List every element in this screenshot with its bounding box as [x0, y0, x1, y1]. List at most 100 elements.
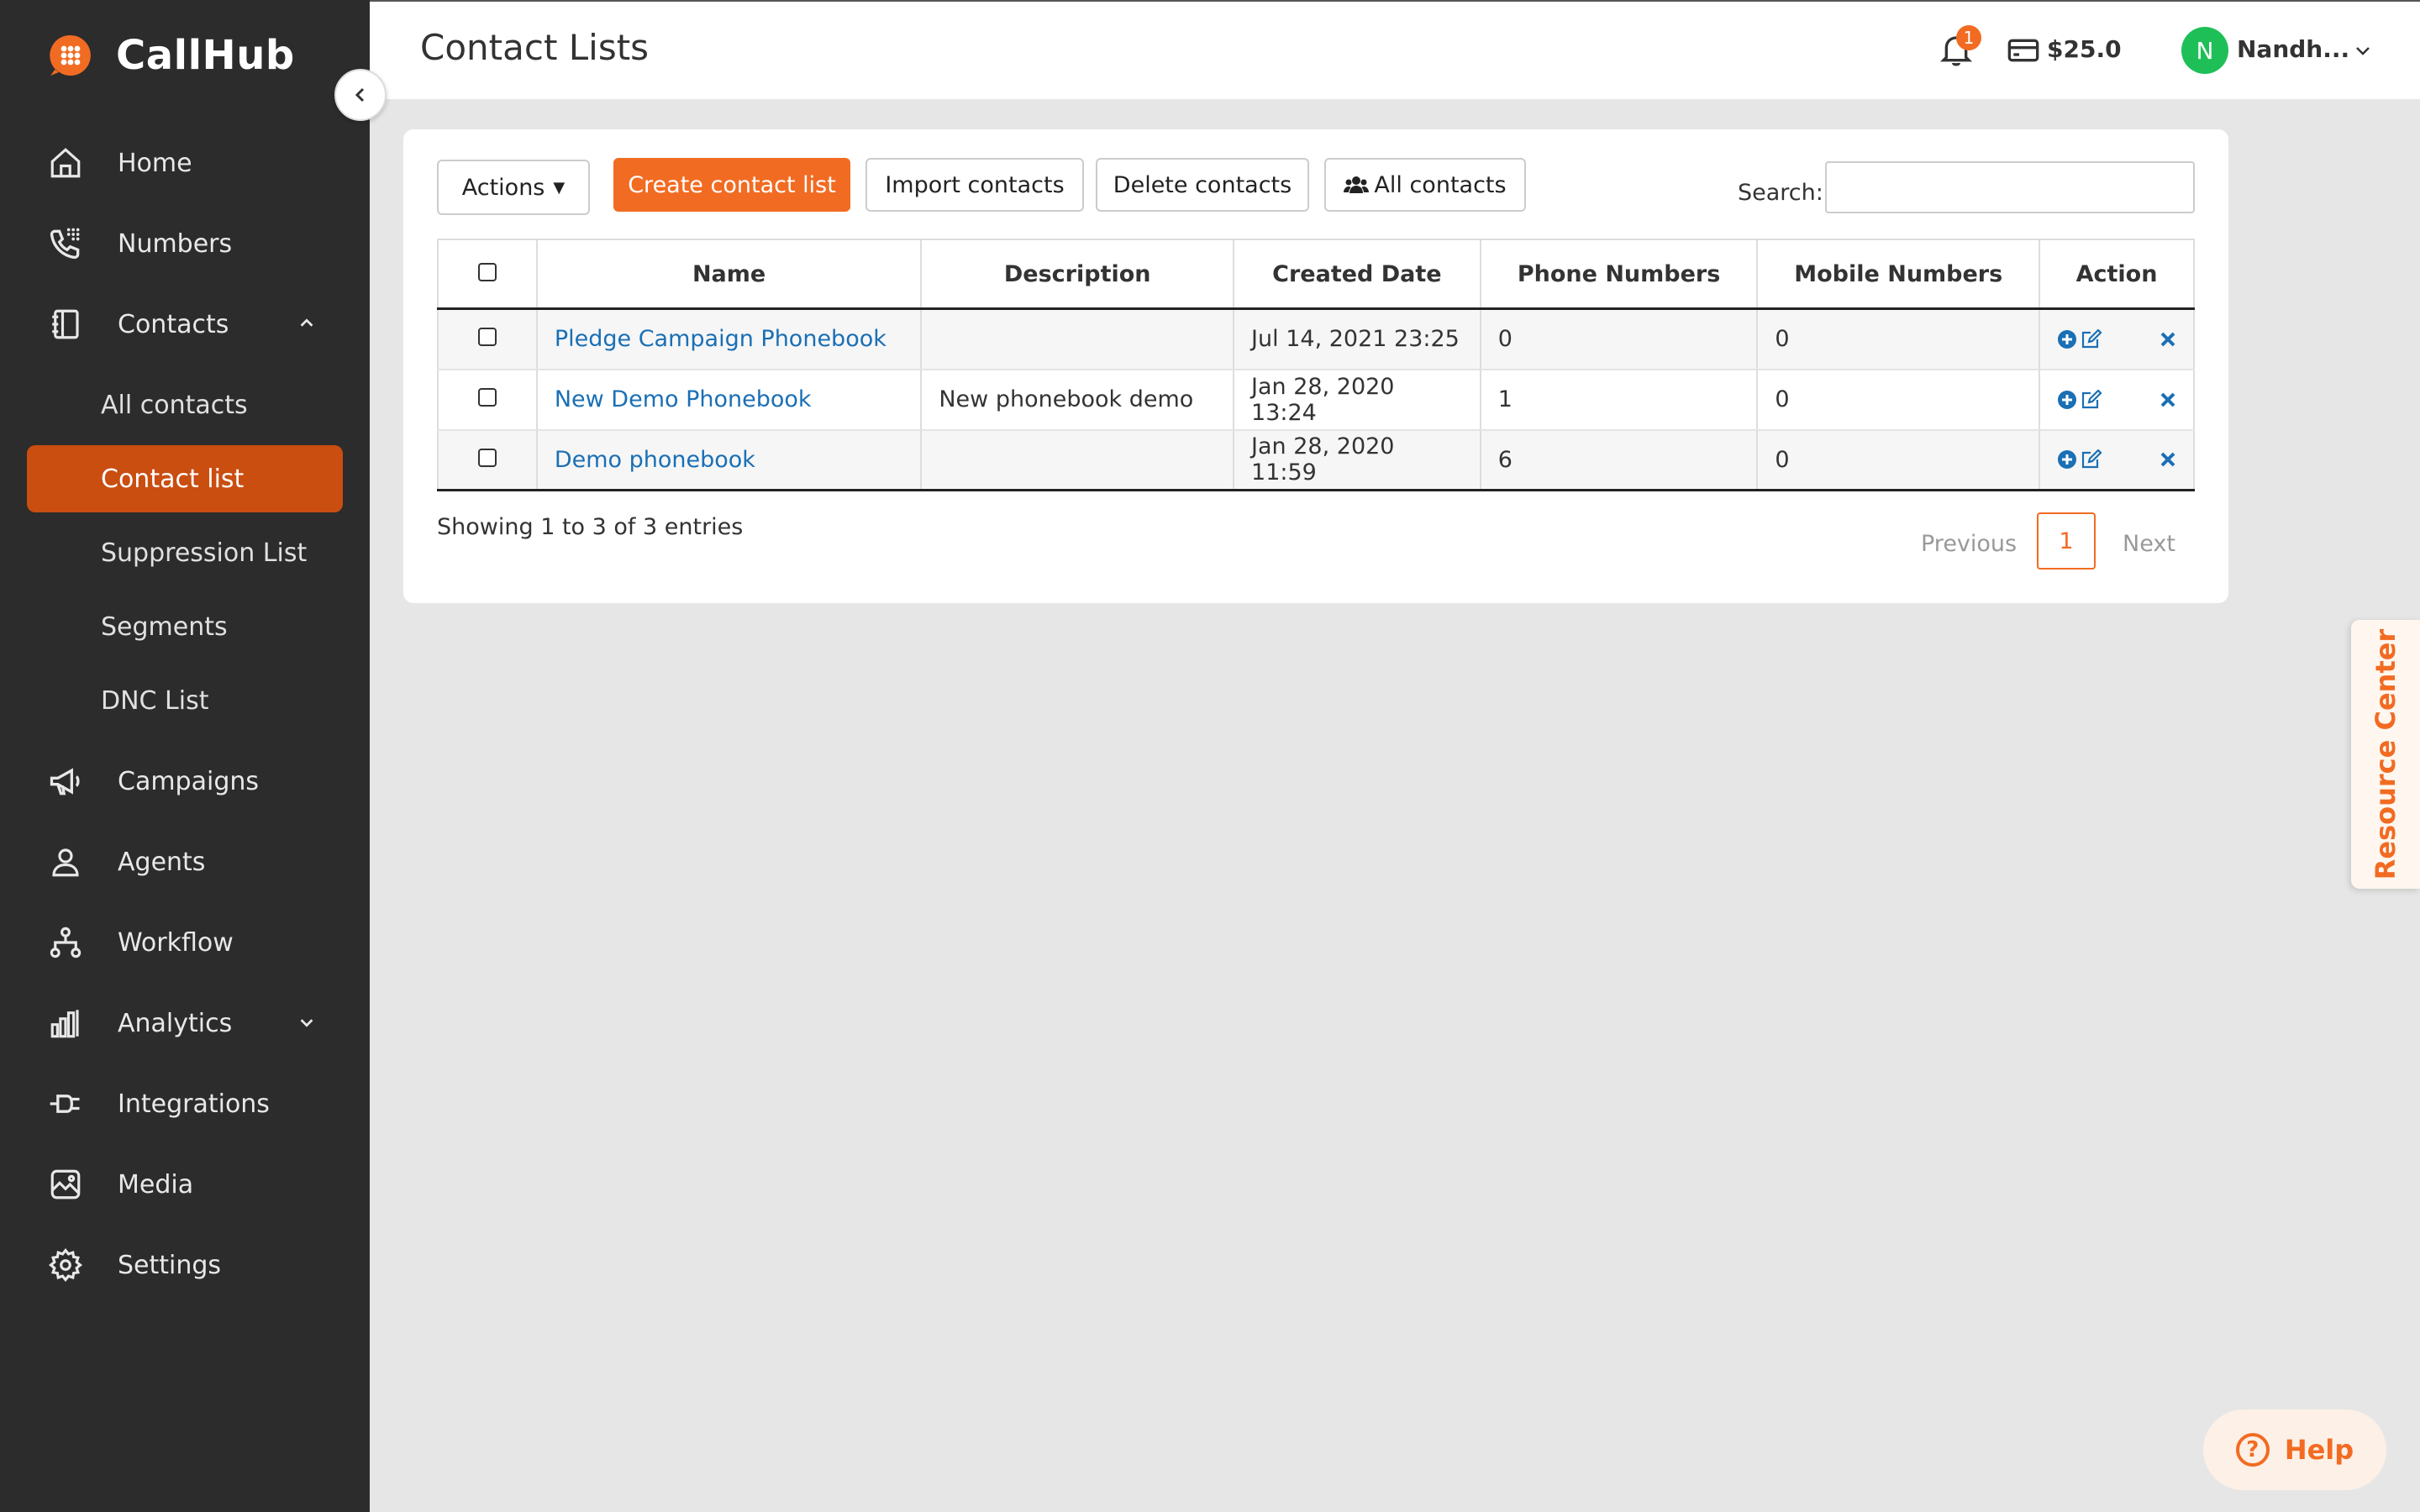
plug-icon — [47, 1085, 84, 1122]
sidebar-item-label: Agents — [118, 847, 206, 877]
description-cell — [920, 308, 1235, 370]
created-date-cell: Jul 14, 2021 23:25 — [1233, 308, 1481, 370]
gear-icon — [47, 1247, 84, 1284]
sidebar-item-dnc-list[interactable]: DNC List — [27, 667, 343, 734]
add-circle-icon[interactable] — [2057, 449, 2077, 470]
chevron-left-icon — [355, 87, 365, 102]
action-cell — [2039, 369, 2195, 431]
contact-list-link[interactable]: Pledge Campaign Phonebook — [555, 326, 886, 352]
bar-chart-icon — [47, 1005, 84, 1042]
row-checkbox[interactable] — [477, 388, 497, 407]
sidebar-item-all-contacts[interactable]: All contacts — [27, 371, 343, 438]
action-cell — [2039, 308, 2195, 370]
phone-keypad-icon — [47, 225, 84, 262]
brand[interactable]: CallHub — [47, 32, 295, 79]
sidebar-item-label: Numbers — [118, 228, 233, 259]
megaphone-icon — [47, 763, 84, 800]
help-button[interactable]: ? Help — [2203, 1410, 2386, 1490]
sidebar-item-analytics[interactable]: Analytics — [27, 990, 343, 1057]
select-all-checkbox[interactable] — [477, 262, 497, 281]
delete-contacts-button[interactable]: Delete contacts — [1096, 158, 1309, 212]
sidebar-item-contact-list[interactable]: Contact list — [27, 445, 343, 512]
column-header-description[interactable]: Description — [920, 239, 1235, 310]
name-cell: Demo phonebook — [535, 429, 923, 491]
all-contacts-button[interactable]: All contacts — [1324, 158, 1526, 212]
workflow-icon — [47, 924, 84, 961]
delete-x-icon[interactable] — [2160, 331, 2176, 348]
column-header-mobile-numbers[interactable]: Mobile Numbers — [1756, 239, 2041, 310]
pagination-previous[interactable]: Previous — [1921, 531, 2017, 557]
created-date-cell: Jan 28, 2020 11:59 — [1233, 429, 1481, 491]
sidebar-item-label: Integrations — [118, 1089, 270, 1119]
resource-center-tab[interactable]: Resource Center — [2351, 620, 2420, 889]
sidebar-item-agents[interactable]: Agents — [27, 828, 343, 895]
chevron-down-icon[interactable] — [297, 1013, 316, 1032]
help-label: Help — [2284, 1434, 2354, 1466]
sidebar-item-media[interactable]: Media — [27, 1151, 343, 1218]
top-bar: Contact Lists 1 $25.0 N Nandh... — [370, 0, 2420, 99]
sidebar-collapse-button[interactable] — [334, 69, 387, 121]
add-circle-icon[interactable] — [2057, 329, 2077, 349]
account-balance[interactable]: $25.0 — [2047, 35, 2122, 63]
edit-icon[interactable] — [2081, 328, 2102, 349]
pagination-page-1[interactable]: 1 — [2037, 512, 2096, 570]
table-row: Pledge Campaign Phonebook Jul 14, 2021 2… — [437, 308, 2195, 370]
edit-icon[interactable] — [2081, 389, 2102, 410]
pagination-next[interactable]: Next — [2123, 531, 2175, 557]
import-contacts-button[interactable]: Import contacts — [865, 158, 1084, 212]
actions-dropdown-button[interactable]: Actions ▼ — [437, 160, 590, 215]
sidebar-item-home[interactable]: Home — [27, 129, 343, 197]
actions-label: Actions — [461, 174, 545, 201]
row-checkbox[interactable] — [477, 328, 497, 347]
contact-lists-card: Actions ▼ Create contact list Import con… — [403, 129, 2228, 603]
phone-numbers-cell: 6 — [1479, 429, 1759, 491]
contact-list-link[interactable]: New Demo Phonebook — [555, 386, 812, 412]
image-icon — [47, 1166, 84, 1203]
edit-icon[interactable] — [2081, 449, 2102, 470]
sidebar-item-label: Media — [118, 1169, 194, 1200]
contact-list-link[interactable]: Demo phonebook — [555, 447, 755, 473]
name-cell: New Demo Phonebook — [535, 369, 923, 431]
column-header-phone-numbers[interactable]: Phone Numbers — [1479, 239, 1759, 310]
entries-info: Showing 1 to 3 of 3 entries — [437, 514, 744, 540]
caret-down-icon: ▼ — [553, 178, 566, 197]
chevron-down-icon[interactable] — [2353, 40, 2373, 60]
sidebar-item-numbers[interactable]: Numbers — [27, 210, 343, 277]
callhub-logo-icon — [50, 34, 91, 76]
action-cell — [2039, 429, 2195, 491]
chevron-up-icon[interactable] — [297, 314, 316, 333]
sidebar-item-segments[interactable]: Segments — [27, 593, 343, 660]
add-circle-icon[interactable] — [2057, 390, 2077, 410]
search-input[interactable] — [1825, 161, 2195, 213]
row-checkbox[interactable] — [477, 448, 497, 467]
description-cell: New phonebook demo — [920, 369, 1235, 431]
sidebar-item-label: Analytics — [118, 1008, 233, 1038]
all-contacts-label: All contacts — [1374, 171, 1507, 198]
user-name[interactable]: Nandh... — [2237, 35, 2349, 63]
sidebar-item-settings[interactable]: Settings — [27, 1231, 343, 1299]
wallet-icon[interactable] — [2007, 35, 2040, 66]
sidebar-item-integrations[interactable]: Integrations — [27, 1070, 343, 1137]
sidebar-item-suppression-list[interactable]: Suppression List — [27, 519, 343, 586]
contacts-book-icon — [47, 306, 84, 343]
created-date-cell: Jan 28, 2020 13:24 — [1233, 369, 1481, 431]
select-all-cell — [437, 239, 538, 310]
sidebar-item-label: Campaigns — [118, 766, 260, 796]
phone-numbers-cell: 0 — [1479, 308, 1759, 370]
column-header-created-date[interactable]: Created Date — [1233, 239, 1481, 310]
sidebar-item-contacts[interactable]: Contacts — [27, 291, 343, 358]
table-header-row: Name Description Created Date Phone Numb… — [437, 239, 2195, 310]
avatar[interactable]: N — [2181, 27, 2228, 74]
delete-x-icon[interactable] — [2160, 451, 2176, 468]
contact-lists-table: Name Description Created Date Phone Numb… — [437, 239, 2195, 491]
create-contact-list-button[interactable]: Create contact list — [613, 158, 850, 212]
sidebar-item-label: Workflow — [118, 927, 234, 958]
column-header-name[interactable]: Name — [535, 239, 923, 310]
home-icon — [47, 144, 84, 181]
delete-x-icon[interactable] — [2160, 391, 2176, 408]
sidebar-item-workflow[interactable]: Workflow — [27, 909, 343, 976]
users-icon — [1344, 176, 1370, 193]
sidebar-item-campaigns[interactable]: Campaigns — [27, 748, 343, 815]
page-title: Contact Lists — [420, 27, 650, 68]
resource-center-label: Resource Center — [2370, 628, 2402, 880]
